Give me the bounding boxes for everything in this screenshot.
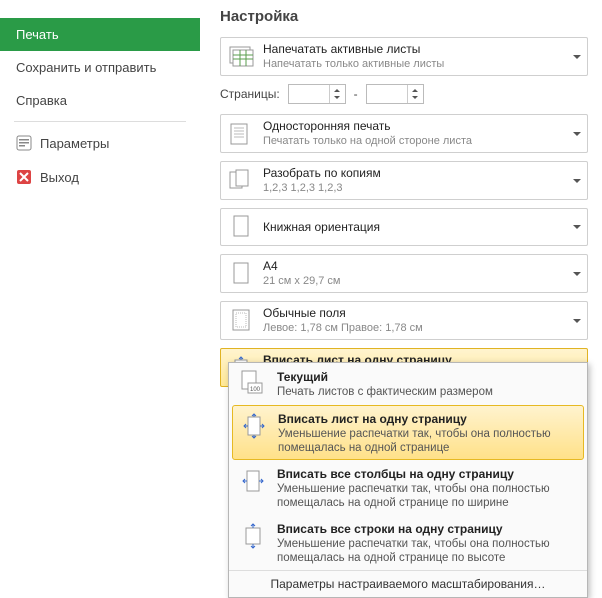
chevron-down-icon <box>573 270 581 278</box>
option-title: Вписать все столбцы на одну страницу <box>277 467 579 482</box>
sidebar-label: Параметры <box>40 136 109 151</box>
pages-label: Страницы: <box>220 87 280 101</box>
sidebar-label: Справка <box>16 93 67 108</box>
scaling-custom-options[interactable]: Параметры настраиваемого масштабирования… <box>229 570 587 597</box>
pages-sep: - <box>354 87 358 101</box>
no-scale-icon: 100 <box>237 368 269 400</box>
setting-paper-size[interactable]: A4 21 см x 29,7 см <box>220 254 588 293</box>
setting-print-area[interactable]: Напечатать активные листы Напечатать тол… <box>220 37 588 76</box>
setting-title: Односторонняя печать <box>263 119 567 134</box>
pages-row: Страницы: - <box>220 84 588 104</box>
setting-title: Напечатать активные листы <box>263 42 567 57</box>
setting-title: Обычные поля <box>263 306 567 321</box>
pages-to-field[interactable] <box>367 85 407 103</box>
backstage-sidebar: Печать Сохранить и отправить Справка Пар… <box>0 0 200 589</box>
pages-from-input[interactable] <box>288 84 346 104</box>
option-title: Текущий <box>277 370 579 385</box>
setting-collate[interactable]: Разобрать по копиям 1,2,3 1,2,3 1,2,3 <box>220 161 588 200</box>
chevron-down-icon <box>573 317 581 325</box>
sidebar-divider <box>14 121 186 122</box>
setting-sub: 21 см x 29,7 см <box>263 274 567 288</box>
setting-sub: Левое: 1,78 см Правое: 1,78 см <box>263 321 567 335</box>
fit-columns-icon <box>237 465 269 497</box>
setting-sub: 1,2,3 1,2,3 1,2,3 <box>263 181 567 195</box>
fit-page-icon <box>238 410 270 442</box>
sidebar-label: Печать <box>16 27 59 42</box>
setting-sub: Напечатать только активные листы <box>263 57 567 71</box>
sidebar-item-options[interactable]: Параметры <box>0 126 200 160</box>
option-title: Вписать все строки на одну страницу <box>277 522 579 537</box>
spin-up-icon[interactable] <box>330 85 345 94</box>
fit-rows-icon <box>237 520 269 552</box>
scaling-option-current[interactable]: 100 Текущий Печать листов с фактическим … <box>229 363 587 405</box>
option-sub: Уменьшение распечатки так, чтобы она пол… <box>277 482 579 510</box>
oneside-icon <box>227 120 255 148</box>
svg-text:100: 100 <box>250 387 261 393</box>
chevron-down-icon <box>573 53 581 61</box>
sidebar-label: Выход <box>40 170 79 185</box>
setting-title: A4 <box>263 259 567 274</box>
setting-margins[interactable]: Обычные поля Левое: 1,78 см Правое: 1,78… <box>220 301 588 340</box>
option-title: Вписать лист на одну страницу <box>278 412 578 427</box>
portrait-icon <box>227 213 255 241</box>
exit-icon <box>16 169 32 185</box>
pages-to-input[interactable] <box>366 84 424 104</box>
chevron-down-icon <box>573 177 581 185</box>
pages-from-field[interactable] <box>289 85 329 103</box>
sidebar-item-save-send[interactable]: Сохранить и отправить <box>0 51 200 84</box>
paper-icon <box>227 260 255 288</box>
setting-sub: Печатать только на одной стороне листа <box>263 134 567 148</box>
sidebar-item-help[interactable]: Справка <box>0 84 200 117</box>
scaling-option-fit-rows[interactable]: Вписать все строки на одну страницу Умен… <box>229 515 587 570</box>
spin-down-icon[interactable] <box>408 94 423 103</box>
setting-title: Книжная ориентация <box>263 220 567 235</box>
option-sub: Печать листов с фактическим размером <box>277 385 579 399</box>
option-sub: Уменьшение распечатки так, чтобы она пол… <box>278 427 578 455</box>
options-icon <box>16 135 32 151</box>
spin-up-icon[interactable] <box>408 85 423 94</box>
settings-heading: Настройка <box>220 0 588 37</box>
margins-icon <box>227 307 255 335</box>
spin-down-icon[interactable] <box>330 94 345 103</box>
sidebar-label: Сохранить и отправить <box>16 60 156 75</box>
setting-orientation[interactable]: Книжная ориентация <box>220 208 588 246</box>
scaling-option-fit-columns[interactable]: Вписать все столбцы на одну страницу Уме… <box>229 460 587 515</box>
chevron-down-icon <box>573 223 581 231</box>
scaling-option-fit-sheet[interactable]: Вписать лист на одну страницу Уменьшение… <box>232 405 584 460</box>
sidebar-item-print[interactable]: Печать <box>0 18 200 51</box>
setting-title: Разобрать по копиям <box>263 166 567 181</box>
setting-sides[interactable]: Односторонняя печать Печатать только на … <box>220 114 588 153</box>
chevron-down-icon <box>573 130 581 138</box>
sheets-icon <box>227 43 255 71</box>
collate-icon <box>227 167 255 195</box>
option-sub: Уменьшение распечатки так, чтобы она пол… <box>277 537 579 565</box>
scaling-dropdown: 100 Текущий Печать листов с фактическим … <box>228 362 588 598</box>
sidebar-item-exit[interactable]: Выход <box>0 160 200 194</box>
